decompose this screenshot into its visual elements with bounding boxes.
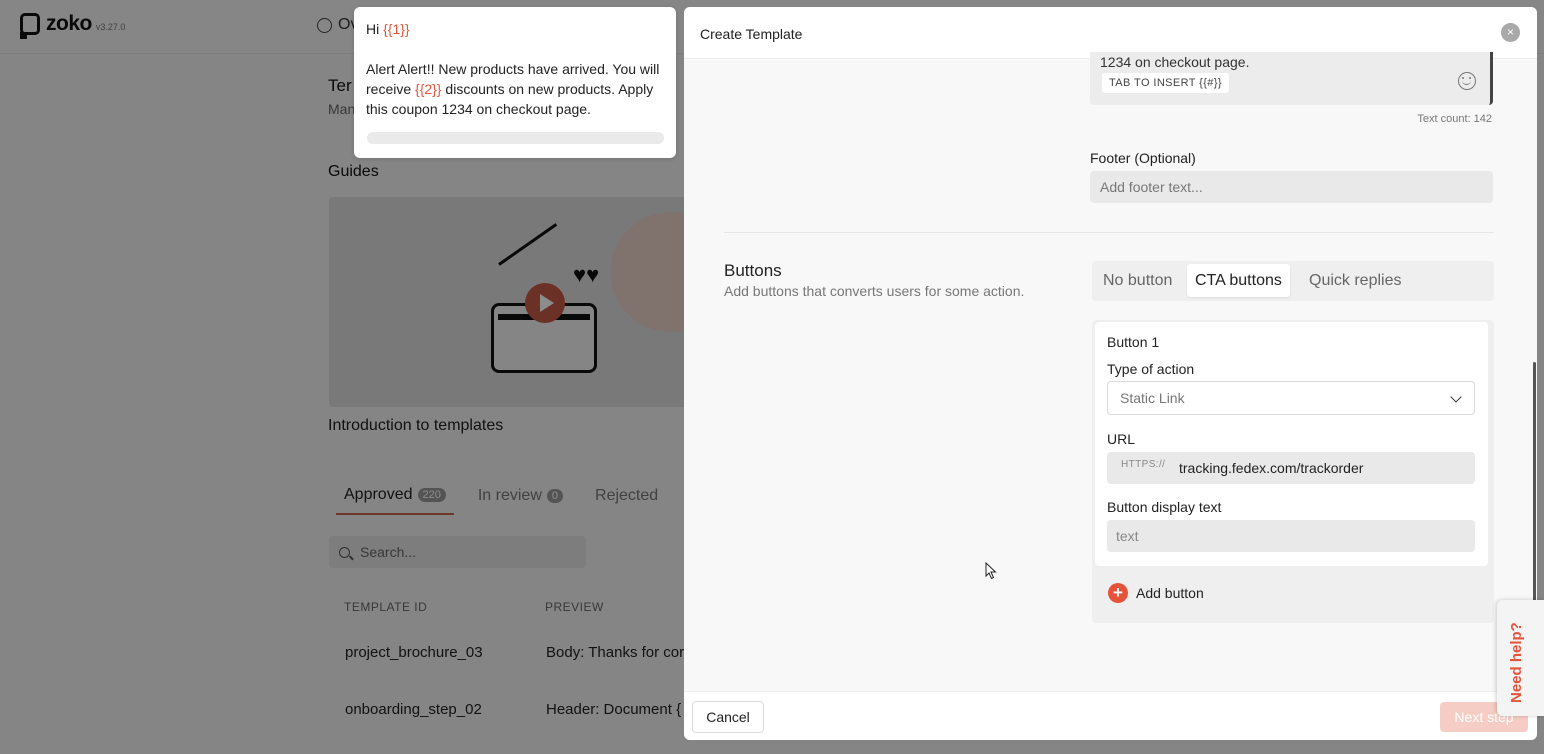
need-help-label: Need help? [1508, 622, 1525, 703]
insert-variable-chip[interactable]: TAB TO INSERT {{#}} [1102, 73, 1229, 93]
preview-greeting: Hi {{1}} [366, 21, 410, 37]
url-value: tracking.fedex.com/trackorder [1179, 460, 1364, 476]
tab-no-button[interactable]: No button [1095, 264, 1180, 297]
need-help-tab[interactable]: Need help? [1497, 600, 1544, 716]
footer-input[interactable]: Add footer text... [1090, 171, 1493, 203]
url-prefix: HTTPS:// [1121, 459, 1166, 470]
cta-buttons-panel: Button 1 Type of action Static Link URL … [1092, 320, 1494, 623]
message-preview: Hi {{1}} Alert Alert!! New products have… [354, 7, 676, 158]
emoji-icon[interactable] [1458, 72, 1476, 90]
url-input[interactable]: HTTPS:// tracking.fedex.com/trackorder [1107, 452, 1475, 484]
create-template-modal: Create Template × 1234 on checkout page.… [684, 7, 1537, 740]
type-of-action-label: Type of action [1107, 361, 1195, 377]
add-button-label: Add button [1136, 585, 1204, 601]
buttons-section-title: Buttons [724, 261, 782, 280]
display-text-label: Button display text [1107, 499, 1222, 515]
preview-button-placeholder [367, 132, 664, 144]
button-card-title: Button 1 [1107, 334, 1160, 350]
modal-title: Create Template [700, 26, 803, 42]
modal-footer: Cancel Next step [684, 691, 1537, 740]
buttons-section-description: Add buttons that converts users for some… [724, 283, 1025, 299]
display-text-input[interactable]: text [1107, 520, 1475, 552]
button-type-tabs: No button CTA buttons Quick replies [1092, 261, 1494, 301]
chevron-down-icon [1450, 391, 1462, 403]
url-label: URL [1107, 431, 1136, 447]
select-value: Static Link [1120, 390, 1185, 406]
add-button[interactable]: + Add button [1108, 583, 1204, 603]
button-card: Button 1 Type of action Static Link URL … [1095, 322, 1488, 566]
tab-cta-buttons[interactable]: CTA buttons [1187, 264, 1290, 297]
scrollbar[interactable] [1533, 362, 1536, 602]
close-button[interactable]: × [1501, 23, 1520, 42]
cancel-button[interactable]: Cancel [692, 701, 764, 733]
preview-body: Alert Alert!! New products have arrived.… [366, 61, 660, 117]
plus-icon: + [1108, 583, 1128, 603]
body-text-value: 1234 on checkout page. [1100, 54, 1250, 70]
text-count: Text count: 142 [1417, 113, 1492, 125]
section-divider [724, 232, 1493, 233]
tab-quick-replies[interactable]: Quick replies [1301, 264, 1409, 297]
type-of-action-select[interactable]: Static Link [1107, 381, 1475, 415]
footer-label: Footer (Optional) [1090, 150, 1196, 166]
body-text-input[interactable]: 1234 on checkout page. TAB TO INSERT {{#… [1090, 52, 1493, 105]
